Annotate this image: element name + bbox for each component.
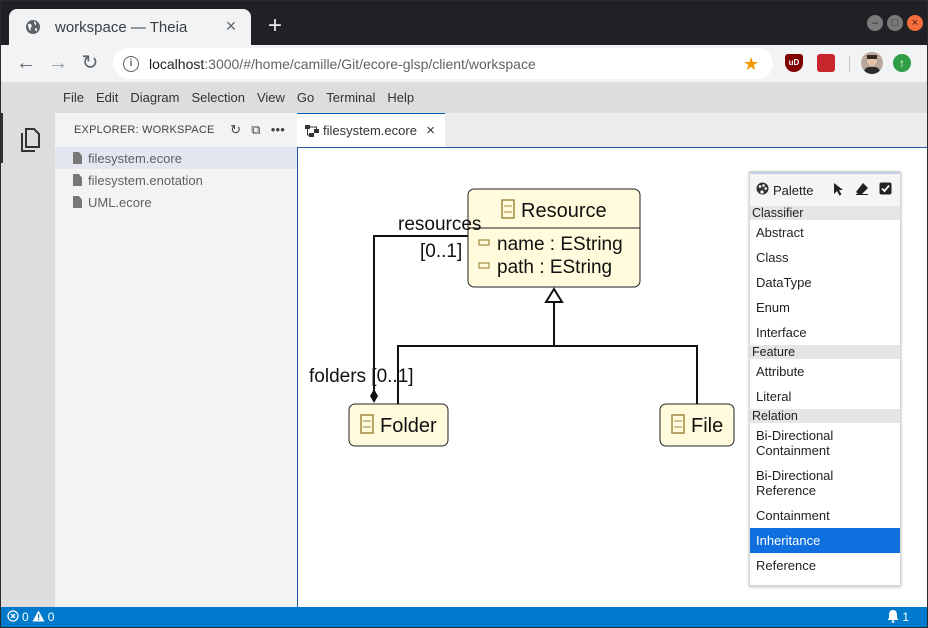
update-icon[interactable]: ↑ <box>893 54 911 72</box>
profile-avatar[interactable] <box>861 52 883 74</box>
back-icon[interactable]: ← <box>15 53 37 75</box>
bookmark-star-icon[interactable]: ★ <box>743 55 761 73</box>
notification-count: 1 <box>902 610 909 624</box>
palette-item-enum[interactable]: Enum <box>750 295 900 320</box>
reload-icon[interactable]: ↻ <box>79 53 101 75</box>
browser-window: workspace — Theia × + – □ × ← → ↻ i loca… <box>0 0 928 628</box>
window-close-button[interactable]: × <box>907 15 923 31</box>
editor-tabbar: filesystem.ecore × <box>297 113 927 147</box>
globe-icon <box>26 20 40 34</box>
validate-tool-icon[interactable] <box>879 182 892 199</box>
menu-file[interactable]: File <box>57 83 90 113</box>
menu-go[interactable]: Go <box>291 83 320 113</box>
class-node-folder[interactable]: Folder <box>348 403 449 447</box>
palette-item-attribute[interactable]: Attribute <box>750 359 900 384</box>
palette-icon <box>756 182 769 198</box>
palette-header: Palette <box>750 172 900 206</box>
new-tab-button[interactable]: + <box>263 14 287 39</box>
refresh-icon[interactable]: ↻ <box>230 122 241 138</box>
palette-item-inheritance[interactable]: Inheritance <box>750 528 900 553</box>
file-label: UML.ecore <box>88 194 152 210</box>
explorer-header: EXPLORER: WORKSPACE ↻ ⧉ ••• <box>55 113 297 147</box>
palette-group-classifier[interactable]: Classifier <box>750 206 900 220</box>
status-bar: 0 0 1 <box>1 607 927 627</box>
pointer-tool-icon[interactable] <box>833 182 845 199</box>
class-name-file: File <box>691 415 723 437</box>
warning-count: 0 <box>47 610 55 624</box>
palette-item-bidirectional-reference[interactable]: Bi-Directional Reference <box>750 463 900 503</box>
more-actions-icon[interactable]: ••• <box>271 122 285 138</box>
class-node-file[interactable]: File <box>659 403 735 447</box>
address-bar[interactable]: i localhost:3000/#/home/camille/Git/ecor… <box>113 48 773 79</box>
editor-tab-filesystem-ecore[interactable]: filesystem.ecore × <box>297 113 445 147</box>
explorer-panel: EXPLORER: WORKSPACE ↻ ⧉ ••• filesystem.e… <box>55 113 297 607</box>
inheritance-edge[interactable] <box>397 287 698 404</box>
menu-edit[interactable]: Edit <box>90 83 124 113</box>
activity-bar <box>1 113 55 607</box>
bell-icon <box>886 609 900 626</box>
file-label: filesystem.ecore <box>88 150 182 166</box>
menu-diagram[interactable]: Diagram <box>124 83 185 113</box>
browser-tab-title: workspace — Theia <box>55 18 188 36</box>
class-name-resource: Resource <box>521 200 607 222</box>
palette-group-feature[interactable]: Feature <box>750 345 900 359</box>
tool-palette: Palette Classifier Abstract Class DataTy… <box>749 171 901 586</box>
minimize-button[interactable]: – <box>867 15 883 31</box>
error-count: 0 <box>22 610 29 624</box>
browser-toolbar: ← → ↻ i localhost:3000/#/home/camille/Gi… <box>1 45 927 83</box>
palette-item-interface[interactable]: Interface <box>750 320 900 345</box>
file-icon <box>73 196 82 208</box>
notifications-indicator[interactable]: 1 <box>886 609 909 626</box>
palette-item-datatype[interactable]: DataType <box>750 270 900 295</box>
palette-item-containment[interactable]: Containment <box>750 503 900 528</box>
forward-icon[interactable]: → <box>47 53 69 75</box>
palette-group-relation[interactable]: Relation <box>750 409 900 423</box>
close-tab-icon[interactable]: × <box>223 17 239 35</box>
palette-title: Palette <box>773 182 814 198</box>
eraser-tool-icon[interactable] <box>855 182 869 199</box>
menubar: File Edit Diagram Selection View Go Term… <box>1 83 927 113</box>
palette-item-reference[interactable]: Reference <box>750 553 900 578</box>
collapse-all-icon[interactable]: ⧉ <box>251 122 260 138</box>
palette-item-literal[interactable]: Literal <box>750 384 900 409</box>
site-info-icon[interactable]: i <box>123 55 139 72</box>
edge-label-resources: resources <box>398 214 481 235</box>
browser-tabstrip: workspace — Theia × + – □ × <box>1 1 927 45</box>
menu-help[interactable]: Help <box>381 83 420 113</box>
file-icon <box>73 152 82 164</box>
files-icon <box>21 128 40 152</box>
edge-label-resources-multiplicity: [0..1] <box>420 241 462 262</box>
explorer-title: EXPLORER: WORKSPACE <box>74 124 215 136</box>
problems-indicator[interactable]: 0 0 <box>7 609 55 625</box>
diagram-icon <box>305 124 319 137</box>
file-icon <box>73 174 82 186</box>
attribute-name[interactable]: name : EString <box>497 234 623 255</box>
file-label: filesystem.enotation <box>88 172 203 188</box>
menu-selection[interactable]: Selection <box>185 83 250 113</box>
close-icon[interactable]: × <box>426 122 435 139</box>
maximize-button[interactable]: □ <box>887 15 903 31</box>
menu-view[interactable]: View <box>251 83 291 113</box>
palette-item-abstract[interactable]: Abstract <box>750 220 900 245</box>
editor-tab-label: filesystem.ecore <box>323 123 417 138</box>
explorer-activity-button[interactable] <box>1 113 55 163</box>
ublock-extension-icon[interactable]: uD <box>785 54 803 72</box>
file-item-uml-ecore[interactable]: UML.ecore <box>55 191 297 213</box>
palette-item-bidirectional-containment[interactable]: Bi-Directional Containment <box>750 423 900 463</box>
edge-label-folders: folders [0..1] <box>309 366 414 387</box>
warning-icon <box>32 610 45 625</box>
menu-terminal[interactable]: Terminal <box>320 83 381 113</box>
error-icon <box>7 609 19 625</box>
file-item-filesystem-ecore[interactable]: filesystem.ecore <box>55 147 297 169</box>
file-item-filesystem-enotation[interactable]: filesystem.enotation <box>55 169 297 191</box>
url-text[interactable]: localhost:3000/#/home/camille/Git/ecore-… <box>149 56 743 72</box>
toolbar-separator <box>849 56 850 72</box>
browser-tab[interactable]: workspace — Theia × <box>9 9 251 45</box>
attribute-path[interactable]: path : EString <box>497 257 612 278</box>
extension-icon[interactable] <box>817 54 835 72</box>
class-name-folder: Folder <box>380 415 437 437</box>
palette-item-class[interactable]: Class <box>750 245 900 270</box>
class-node-resource[interactable]: Resource name : EString path : EString <box>467 188 641 288</box>
